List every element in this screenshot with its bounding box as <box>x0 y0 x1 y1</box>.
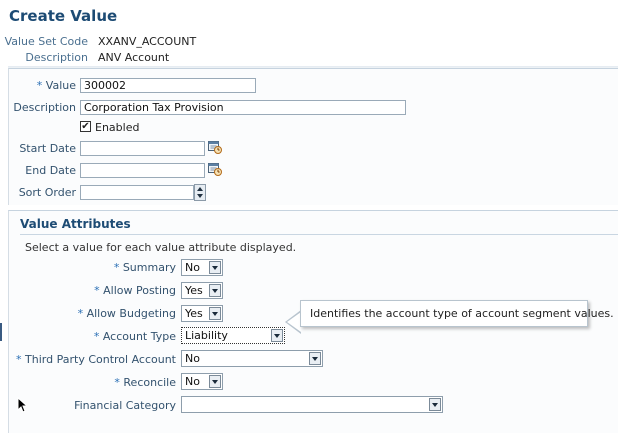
calendar-icon[interactable] <box>208 162 222 179</box>
reconcile-label-text: Reconcile <box>123 376 176 389</box>
chevron-down-icon[interactable] <box>197 194 203 198</box>
third-party-select[interactable]: No <box>181 350 323 367</box>
end-date-label: End Date <box>25 164 76 177</box>
chevron-down-icon[interactable] <box>209 375 221 388</box>
third-party-value: No <box>185 352 200 365</box>
mouse-cursor-icon <box>17 396 29 416</box>
financial-category-select[interactable] <box>181 396 443 413</box>
required-mark: * <box>36 79 43 92</box>
splitter-handle[interactable] <box>0 323 2 341</box>
allow-posting-label: * Allow Posting <box>60 284 176 297</box>
summary-select[interactable]: No <box>181 259 223 276</box>
section-title: Value Attributes <box>20 217 131 231</box>
value-label: * Value <box>20 79 76 92</box>
required-mark: * <box>113 261 120 274</box>
required-mark: * <box>77 307 84 320</box>
chevron-down-icon[interactable] <box>209 307 221 320</box>
chevron-down-icon[interactable] <box>309 352 321 365</box>
allow-budgeting-label: * Allow Budgeting <box>40 307 176 320</box>
sort-order-input[interactable] <box>80 185 194 200</box>
description-label: Description <box>13 101 76 114</box>
page-title: Create Value <box>9 7 118 25</box>
sort-order-stepper[interactable] <box>194 184 206 201</box>
reconcile-label: * Reconcile <box>60 376 176 389</box>
reconcile-value: No <box>185 375 200 388</box>
required-mark: * <box>93 330 100 343</box>
allow-budgeting-label-text: Allow Budgeting <box>86 307 176 320</box>
description-input[interactable]: Corporation Tax Provision <box>80 100 406 115</box>
allow-budgeting-value: Yes <box>185 307 203 320</box>
required-mark: * <box>114 376 120 389</box>
section-hint: Select a value for each value attribute … <box>25 241 297 254</box>
enabled-checkbox[interactable]: ✔ <box>80 121 91 132</box>
calendar-icon[interactable] <box>208 140 222 157</box>
required-mark: * <box>94 284 100 297</box>
account-type-tooltip: Identifies the account type of account s… <box>300 300 614 327</box>
allow-posting-select[interactable]: Yes <box>181 282 223 299</box>
start-date-label: Start Date <box>19 142 76 155</box>
sort-order-label: Sort Order <box>18 186 76 199</box>
summary-label-text: Summary <box>122 261 176 274</box>
third-party-label-text: Third Party Control Account <box>25 353 176 366</box>
account-type-label-text: Account Type <box>102 330 176 343</box>
value-set-code-label: Value Set Code <box>4 35 88 48</box>
value-input[interactable]: 300002 <box>80 78 256 93</box>
enabled-label: Enabled <box>95 121 140 134</box>
chevron-down-icon[interactable] <box>209 284 221 297</box>
tooltip-arrow-inner <box>287 312 301 332</box>
header-description: ANV Account <box>98 51 170 64</box>
third-party-label: * Third Party Control Account <box>14 353 176 366</box>
account-type-label: * Account Type <box>40 330 176 343</box>
required-mark: * <box>16 353 22 366</box>
value-label-text: Value <box>45 79 76 92</box>
summary-value: No <box>185 261 200 274</box>
chevron-down-icon[interactable] <box>209 261 221 274</box>
end-date-input[interactable] <box>80 163 205 178</box>
account-type-value: Liability <box>185 329 228 342</box>
chevron-up-icon[interactable] <box>197 187 203 191</box>
summary-label: * Summary <box>60 261 176 274</box>
financial-category-label: Financial Category <box>74 399 176 412</box>
value-set-code: XXANV_ACCOUNT <box>98 35 197 48</box>
start-date-input[interactable] <box>80 141 205 156</box>
section-divider <box>20 234 618 235</box>
allow-budgeting-select[interactable]: Yes <box>181 305 223 322</box>
account-type-select[interactable]: Liability <box>181 327 285 344</box>
header-description-label: Description <box>25 51 88 64</box>
chevron-down-icon[interactable] <box>271 329 283 342</box>
chevron-down-icon[interactable] <box>429 398 441 411</box>
allow-posting-value: Yes <box>185 284 203 297</box>
allow-posting-label-text: Allow Posting <box>103 284 176 297</box>
reconcile-select[interactable]: No <box>181 373 223 390</box>
